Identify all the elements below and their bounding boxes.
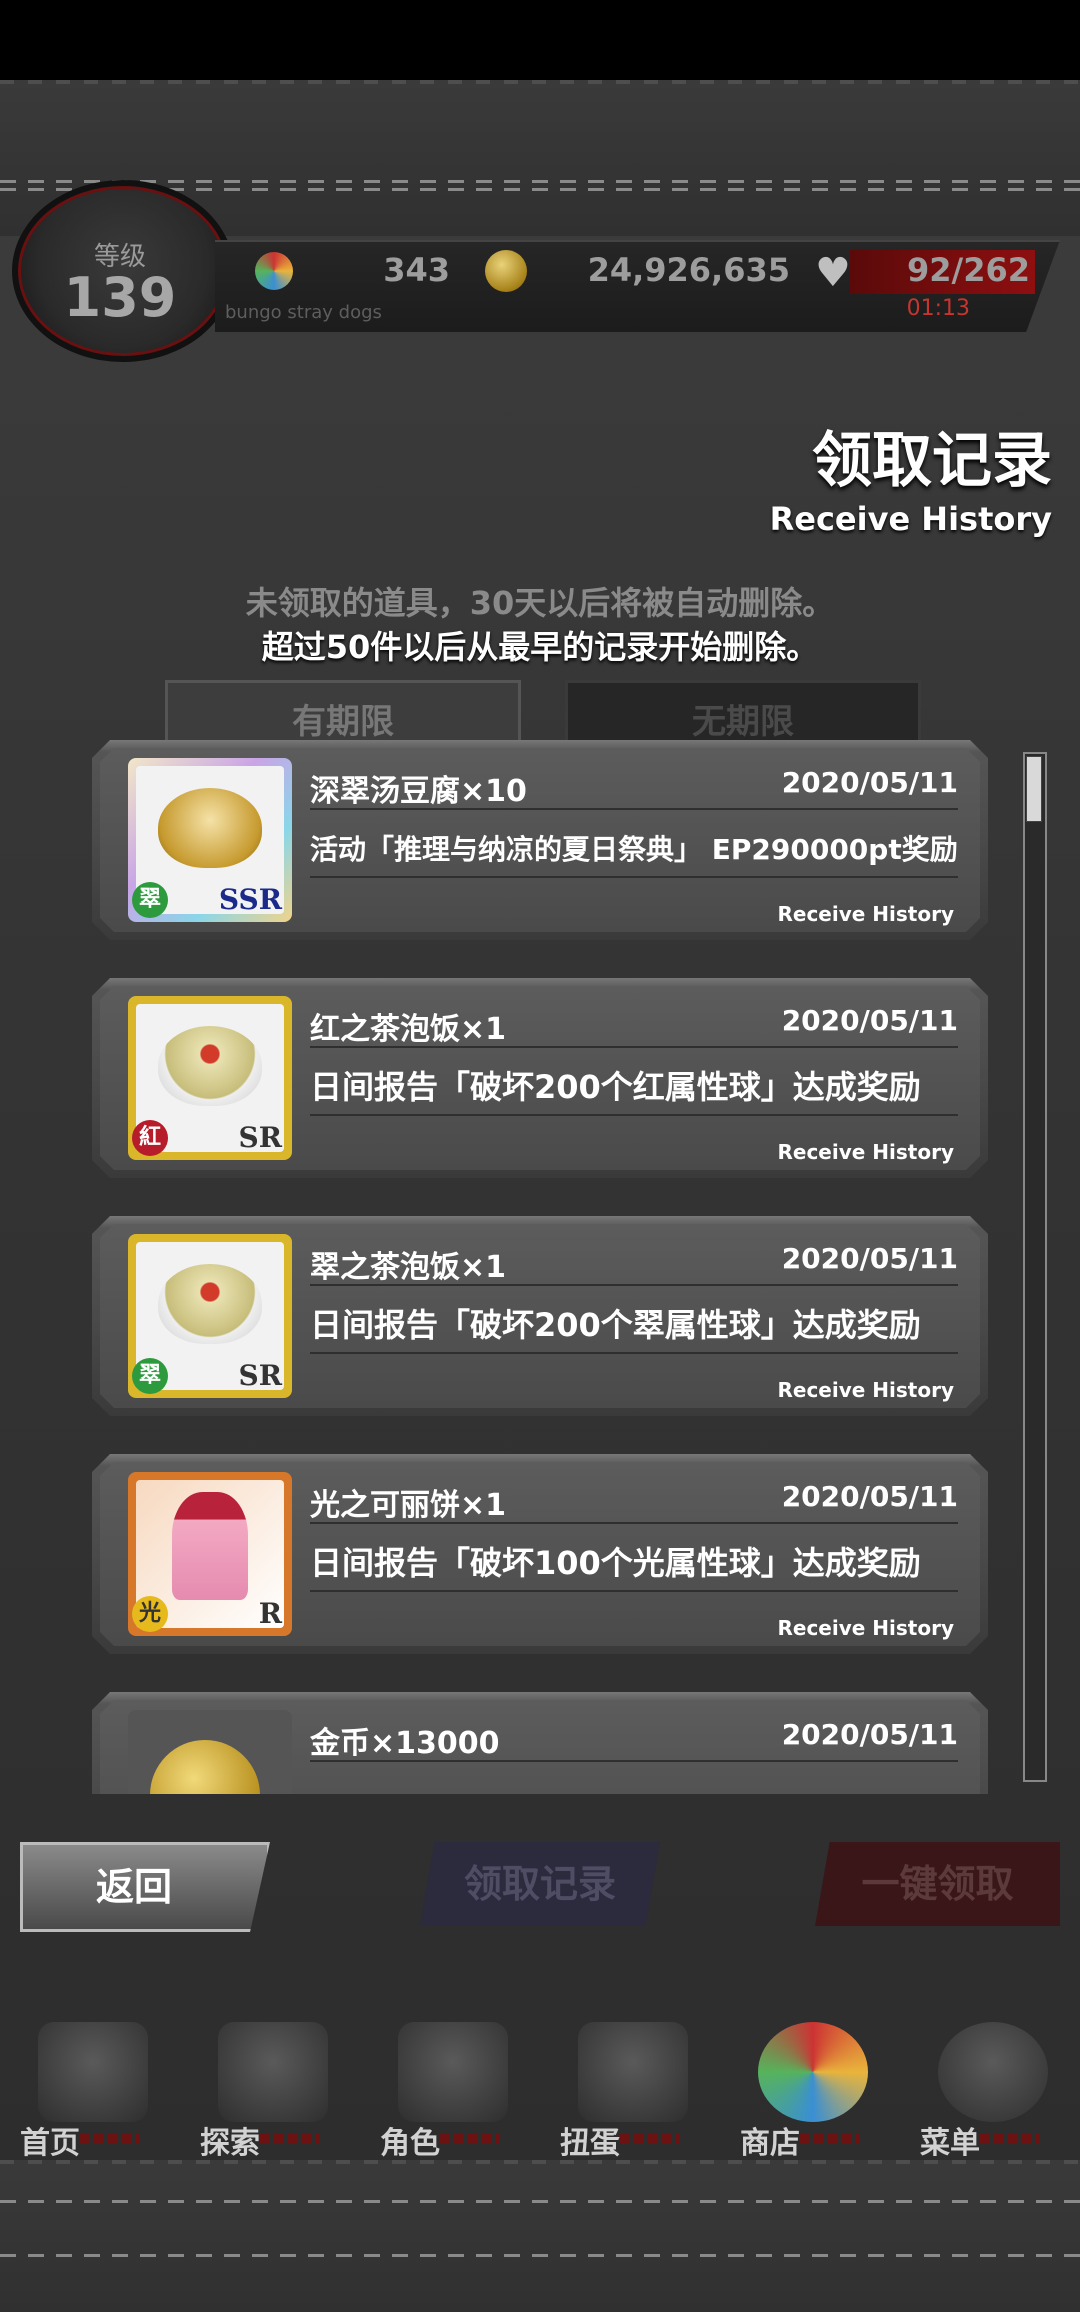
divider: [310, 1046, 958, 1048]
item-name: 翠之茶泡饭×1: [310, 1250, 507, 1285]
receive-history-button[interactable]: 领取记录: [420, 1842, 660, 1926]
receive-history-label: 领取记录: [463, 1862, 616, 1906]
nav-dots: [800, 2134, 860, 2144]
divider: [310, 1284, 958, 1286]
attr-badge: 翠: [132, 882, 168, 918]
rarity-label: SSR: [218, 883, 282, 916]
nav-label: 角色: [380, 2126, 440, 2161]
nav-home[interactable]: 首页: [10, 2022, 170, 2161]
nav-gacha[interactable]: 扭蛋: [550, 2022, 710, 2161]
item-name: 光之可丽饼×1: [310, 1488, 507, 1523]
rarity-label: SR: [238, 1121, 282, 1154]
menu-gear-icon: [938, 2022, 1048, 2122]
item-icon-green-chazuke: 翠 SR: [128, 1234, 292, 1398]
item-date: 2020/05/11: [781, 1718, 958, 1751]
heart-icon: ♥: [815, 250, 851, 296]
divider: [310, 1522, 958, 1524]
item-icon-coin: [128, 1710, 292, 1794]
stamina-count: 92/262: [906, 251, 1030, 289]
claim-all-button[interactable]: 一键领取: [815, 1842, 1060, 1926]
divider: [310, 876, 958, 878]
gem-count: 343: [383, 251, 450, 289]
nav-dots: [620, 2134, 680, 2144]
history-list[interactable]: 翠 SSR 深翠汤豆腐×10 2020/05/11 活动「推理与纳凉的夏日祭典」…: [0, 740, 1080, 1794]
item-tag: Receive History: [777, 1378, 954, 1402]
item-date: 2020/05/11: [781, 766, 958, 799]
nav-label: 扭蛋: [560, 2126, 620, 2161]
nav-dots: [80, 2134, 140, 2144]
nav-dots: [260, 2134, 320, 2144]
scrollbar-track[interactable]: [1023, 752, 1047, 1782]
gem-icon: [255, 252, 293, 290]
home-icon: [38, 2022, 148, 2122]
attr-badge: 光: [132, 1596, 168, 1632]
item-tag: Receive History: [777, 902, 954, 926]
item-source: 活动「推理与纳凉的夏日祭典」 EP290000pt奖励: [310, 833, 958, 866]
attr-badge: 紅: [132, 1120, 168, 1156]
rarity-label: R: [258, 1597, 282, 1630]
divider: [310, 1114, 958, 1116]
item-source: 日间报告「破坏100个光属性球」达成奖励: [310, 1544, 921, 1582]
nav-characters[interactable]: 角色: [370, 2022, 530, 2161]
item-date: 2020/05/11: [781, 1004, 958, 1037]
list-item[interactable]: 光 R 光之可丽饼×1 2020/05/11 日间报告「破坏100个光属性球」达…: [92, 1454, 988, 1654]
back-button[interactable]: 返回: [20, 1842, 270, 1932]
divider: [310, 808, 958, 810]
nav-label: 商店: [740, 2126, 800, 2161]
nav-label: 首页: [20, 2126, 80, 2161]
rice-bowl-icon: [158, 1264, 262, 1344]
page-title: 领取记录: [812, 426, 1052, 496]
game-title: bungo stray dogs: [225, 302, 382, 323]
bottom-decor-band: [0, 2160, 1080, 2312]
nav-menu[interactable]: 菜单: [910, 2022, 1070, 2161]
nav-label: 探索: [200, 2126, 260, 2161]
item-name: 深翠汤豆腐×10: [310, 774, 527, 809]
nav-dots: [980, 2134, 1040, 2144]
list-item[interactable]: 紅 SR 红之茶泡饭×1 2020/05/11 日间报告「破坏200个红属性球」…: [92, 978, 988, 1178]
coin-count: 24,926,635: [587, 251, 790, 289]
explore-icon: [218, 2022, 328, 2122]
characters-icon: [398, 2022, 508, 2122]
item-icon-tofu: 翠 SSR: [128, 758, 292, 922]
item-source: 日间报告「破坏200个翠属性球」达成奖励: [310, 1306, 921, 1344]
notice-limit: 超过50件以后从最早的记录开始删除。: [261, 628, 819, 666]
nav-dots: [440, 2134, 500, 2144]
item-icon-crepe: 光 R: [128, 1472, 292, 1636]
page-subtitle: Receive History: [769, 500, 1052, 538]
list-item[interactable]: 翠 SR 翠之茶泡饭×1 2020/05/11 日间报告「破坏200个翠属性球」…: [92, 1216, 988, 1416]
attr-badge: 翠: [132, 1358, 168, 1394]
list-item[interactable]: 金币×13000 2020/05/11: [92, 1692, 988, 1794]
item-date: 2020/05/11: [781, 1480, 958, 1513]
item-name: 红之茶泡饭×1: [310, 1012, 507, 1047]
item-name: 金币×13000: [310, 1726, 500, 1761]
list-item[interactable]: 翠 SSR 深翠汤豆腐×10 2020/05/11 活动「推理与纳凉的夏日祭典」…: [92, 740, 988, 940]
crepe-icon: [172, 1492, 248, 1600]
gacha-icon: [578, 2022, 688, 2122]
item-date: 2020/05/11: [781, 1242, 958, 1275]
system-status-bar: [0, 0, 1080, 80]
divider: [310, 1590, 958, 1592]
rarity-label: SR: [238, 1359, 282, 1392]
divider: [310, 1760, 958, 1762]
rice-bowl-icon: [158, 1026, 262, 1106]
level-value: 139: [63, 266, 177, 329]
item-tag: Receive History: [777, 1140, 954, 1164]
nav-explore[interactable]: 探索: [190, 2022, 350, 2161]
item-icon-red-chazuke: 紅 SR: [128, 996, 292, 1160]
nav-shop[interactable]: 商店: [730, 2022, 890, 2161]
stamina-timer: 01:13: [906, 296, 970, 321]
back-button-label: 返回: [95, 1865, 172, 1909]
claim-all-label: 一键领取: [861, 1862, 1014, 1906]
nav-label: 菜单: [920, 2126, 980, 2161]
tofu-pot-icon: [158, 788, 262, 868]
item-source: 日间报告「破坏200个红属性球」达成奖励: [310, 1068, 921, 1106]
divider: [310, 1352, 958, 1354]
shop-icon: [758, 2022, 868, 2122]
coin-icon: [485, 250, 527, 292]
notice-expire: 未领取的道具，30天以后将被自动删除。: [245, 584, 835, 622]
scrollbar-thumb[interactable]: [1026, 756, 1042, 822]
item-tag: Receive History: [777, 1616, 954, 1640]
gold-coin-icon: [150, 1740, 260, 1794]
